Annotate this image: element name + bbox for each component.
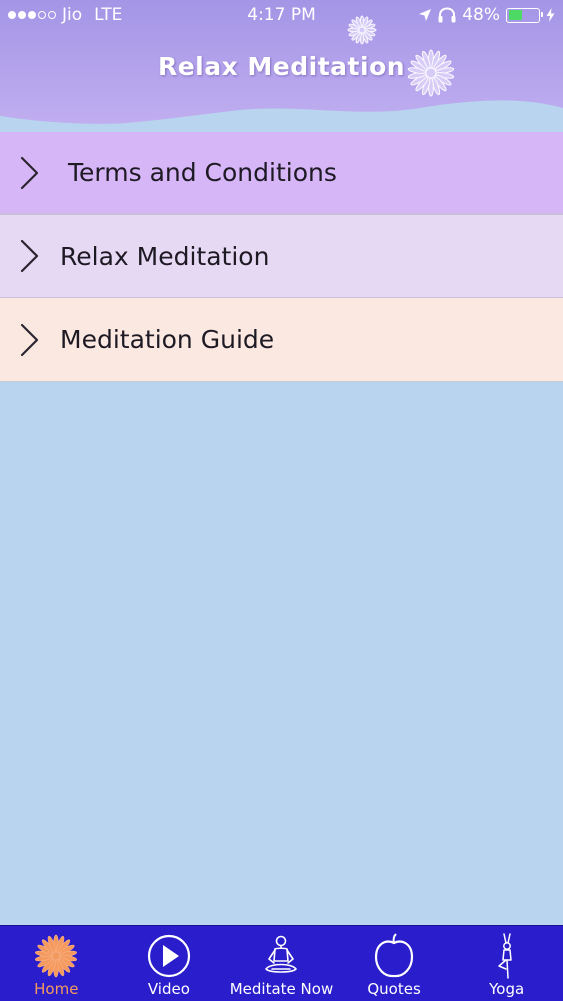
chevron-right-icon (20, 239, 39, 273)
menu-item-label: Meditation Guide (60, 325, 275, 354)
flower-icon (35, 934, 78, 978)
play-icon (147, 934, 190, 978)
yoga-tree-pose-icon (497, 933, 512, 979)
charging-bolt-icon (546, 8, 555, 22)
status-bar: Jio LTE 4:17 PM 48% (0, 0, 563, 32)
menu-item-relax-meditation[interactable]: Relax Meditation (0, 214, 563, 298)
page-title: Relax Meditation (157, 52, 406, 81)
chevron-right-icon (20, 156, 39, 189)
tab-label: Meditate Now (229, 980, 334, 998)
menu-item-terms-and-conditions[interactable]: Terms and Conditions (0, 132, 563, 214)
tab-label: Video (147, 980, 190, 998)
menu-item-meditation-guide[interactable]: Meditation Guide (0, 298, 563, 382)
tab-yoga[interactable]: Yoga (450, 926, 563, 1001)
battery-level-fill (508, 10, 523, 20)
menu-item-label: Terms and Conditions (68, 158, 337, 187)
tab-meditate-now[interactable]: Meditate Now (225, 926, 338, 1001)
apple-icon (374, 933, 414, 978)
headphones-icon (438, 7, 456, 23)
tab-label: Quotes (367, 980, 421, 998)
tab-label: Home (34, 980, 79, 998)
chevron-right-icon (20, 323, 39, 356)
location-arrow-icon (419, 9, 432, 21)
menu-list: Terms and Conditions Relax Meditation Me… (0, 132, 563, 382)
menu-item-label: Relax Meditation (60, 241, 270, 271)
tab-bar: Home Video Meditate Now Quotes Yoga (0, 925, 563, 1001)
tab-video[interactable]: Video (113, 926, 226, 1001)
battery-icon (506, 7, 543, 23)
meditation-figure-icon (265, 935, 298, 973)
battery-percent: 48% (462, 5, 500, 25)
tab-home[interactable]: Home (0, 926, 113, 1001)
tab-label: Yoga (489, 980, 525, 998)
tab-quotes[interactable]: Quotes (338, 926, 451, 1001)
app-header: Jio LTE 4:17 PM 48% Relax Meditation (0, 0, 563, 132)
status-right: 48% (418, 5, 555, 25)
